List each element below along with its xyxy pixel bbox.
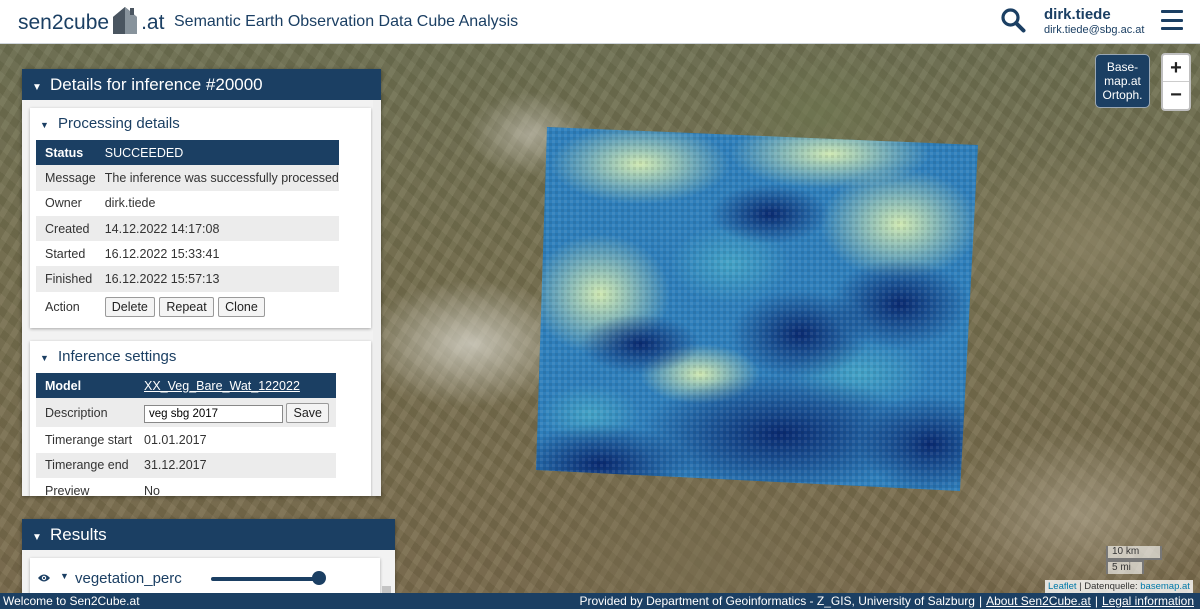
details-scrollbar[interactable] [373,100,381,496]
table-row: Message The inference was successfully p… [36,165,339,191]
legal-link[interactable]: Legal information [1102,594,1194,608]
inference-settings-header[interactable]: ▼ Inference settings [30,341,371,373]
row-key: Preview [45,483,90,496]
results-title: Results [50,525,107,544]
zoom-in-button[interactable]: + [1163,55,1189,82]
collapse-caret-icon: ▼ [40,120,49,130]
model-value: XX_Veg_Bare_Wat_122022 [135,373,336,399]
scale-bar-mi: 5 mi [1106,560,1144,574]
row-value: dirk.tiede [104,196,156,211]
user-name: dirk.tiede [1044,6,1111,23]
table-row: Model XX_Veg_Bare_Wat_122022 [36,373,336,399]
row-key: Timerange start [45,432,133,447]
table-row: Started 16.12.2022 15:33:41 [36,241,339,266]
attribution-text: | Datenquelle: [1076,581,1141,592]
opacity-slider[interactable] [211,577,321,581]
details-panel-header[interactable]: ▼ Details for inference #20000 [22,69,381,100]
table-row: Finished 16.12.2022 15:57:13 [36,266,339,292]
row-key: Timerange end [36,452,135,478]
save-button[interactable]: Save [286,402,329,423]
results-panel: ▼ Results ▼ vegetation_perc [22,519,395,593]
processing-details-title: Processing details [58,115,180,132]
results-panel-body: ▼ vegetation_perc [22,550,395,593]
processing-details-table: Status SUCCEEDED Message The inference w… [36,140,339,323]
row-value: The inference was successfully processed [95,165,339,191]
table-row: Description Save [36,398,336,428]
table-row: Action Delete Repeat Clone [36,292,339,323]
row-value: 16.12.2022 15:57:13 [95,266,339,292]
footer-welcome: Welcome to Sen2Cube.at [3,594,140,608]
result-layer-item: ▼ vegetation_perc [30,558,380,593]
row-key: Status [36,140,96,166]
zoom-out-button[interactable]: − [1163,82,1189,109]
row-key: Finished [36,266,96,292]
inference-settings-table: Model XX_Veg_Bare_Wat_122022 Description… [36,373,336,496]
table-row: Status SUCCEEDED [36,140,339,166]
logo-text-right: .at [141,11,165,34]
row-key: Action [45,300,80,315]
collapse-caret-icon: ▼ [32,532,42,543]
processing-details-card: ▼ Processing details Status SUCCEEDED Mes… [30,108,371,328]
model-link[interactable]: XX_Veg_Bare_Wat_122022 [144,379,300,393]
top-navbar: sen2cube .at Semantic Earth Observation … [0,0,1200,44]
opacity-slider-handle[interactable] [312,571,326,585]
row-value: 01.01.2017 [144,432,207,447]
search-icon[interactable] [1000,7,1026,33]
row-key: Description [36,398,135,428]
expand-caret-icon[interactable]: ▼ [60,571,69,581]
footer: Welcome to Sen2Cube.at Provided by Depar… [0,593,1200,609]
row-key: Message [36,165,96,191]
footer-links: Provided by Department of Geoinformatics… [579,594,1194,608]
leaflet-link[interactable]: Leaflet [1048,581,1077,592]
clone-button[interactable]: Clone [218,297,265,318]
description-cell: Save [135,398,336,428]
cube-house-icon [113,7,138,34]
user-email: dirk.tiede@sbg.ac.at [1044,24,1145,36]
delete-button[interactable]: Delete [104,297,155,318]
status-value: SUCCEEDED [95,140,339,166]
basemap-switch-button[interactable]: Base- map.at Ortoph. [1095,54,1150,108]
sen2cube-logo[interactable]: sen2cube .at [18,6,164,40]
collapse-caret-icon: ▼ [32,82,42,93]
logo-text-left: sen2cube [18,11,110,34]
collapse-caret-icon: ▼ [40,353,49,363]
row-value: 16.12.2022 15:33:41 [104,246,220,261]
provided-by-text: Provided by Department of Geoinformatics… [579,594,975,608]
about-link[interactable]: About Sen2Cube.at [986,594,1091,608]
scale-bar-km: 10 km [1106,546,1162,560]
basemap-source-link[interactable]: basemap.at [1140,581,1190,592]
details-title: Details for inference #20000 [50,75,263,94]
zoom-control: + − [1161,53,1191,111]
user-account[interactable]: dirk.tiede dirk.tiede@sbg.ac.at [1044,6,1144,36]
description-input[interactable] [144,404,283,423]
table-row: Timerange start 01.01.2017 [36,427,336,452]
repeat-button[interactable]: Repeat [159,297,214,318]
table-row: Preview No [36,478,336,496]
result-layer-name: vegetation_perc [75,570,182,587]
table-row: Owner dirk.tiede [36,191,339,216]
row-key: Model [36,373,135,399]
map-attribution: Leaflet | Datenquelle: basemap.at [1045,580,1193,593]
inference-settings-card: ▼ Inference settings Model XX_Veg_Bare_Wa… [30,341,371,496]
action-buttons: Delete Repeat Clone [96,292,339,323]
row-key: Created [36,215,96,242]
processing-details-header[interactable]: ▼ Processing details [30,108,371,140]
row-key: Owner [45,196,82,211]
results-scrollbar[interactable] [382,586,391,593]
row-value: 31.12.2017 [135,452,336,478]
row-value: No [144,483,160,496]
app-title: Semantic Earth Observation Data Cube Ana… [174,13,519,30]
inference-settings-title: Inference settings [58,348,177,365]
row-key: Started [45,246,86,261]
table-row: Created 14.12.2022 14:17:08 [36,215,339,242]
details-panel-body[interactable]: ▼ Processing details Status SUCCEEDED Mes… [22,100,381,496]
results-panel-header[interactable]: ▼ Results [22,519,395,550]
table-row: Timerange end 31.12.2017 [36,452,336,478]
eye-icon[interactable] [37,573,51,583]
row-value: 14.12.2022 14:17:08 [95,215,339,242]
hamburger-menu-icon[interactable] [1161,10,1183,30]
inference-details-panel: ▼ Details for inference #20000 ▼ Processin… [22,69,381,496]
